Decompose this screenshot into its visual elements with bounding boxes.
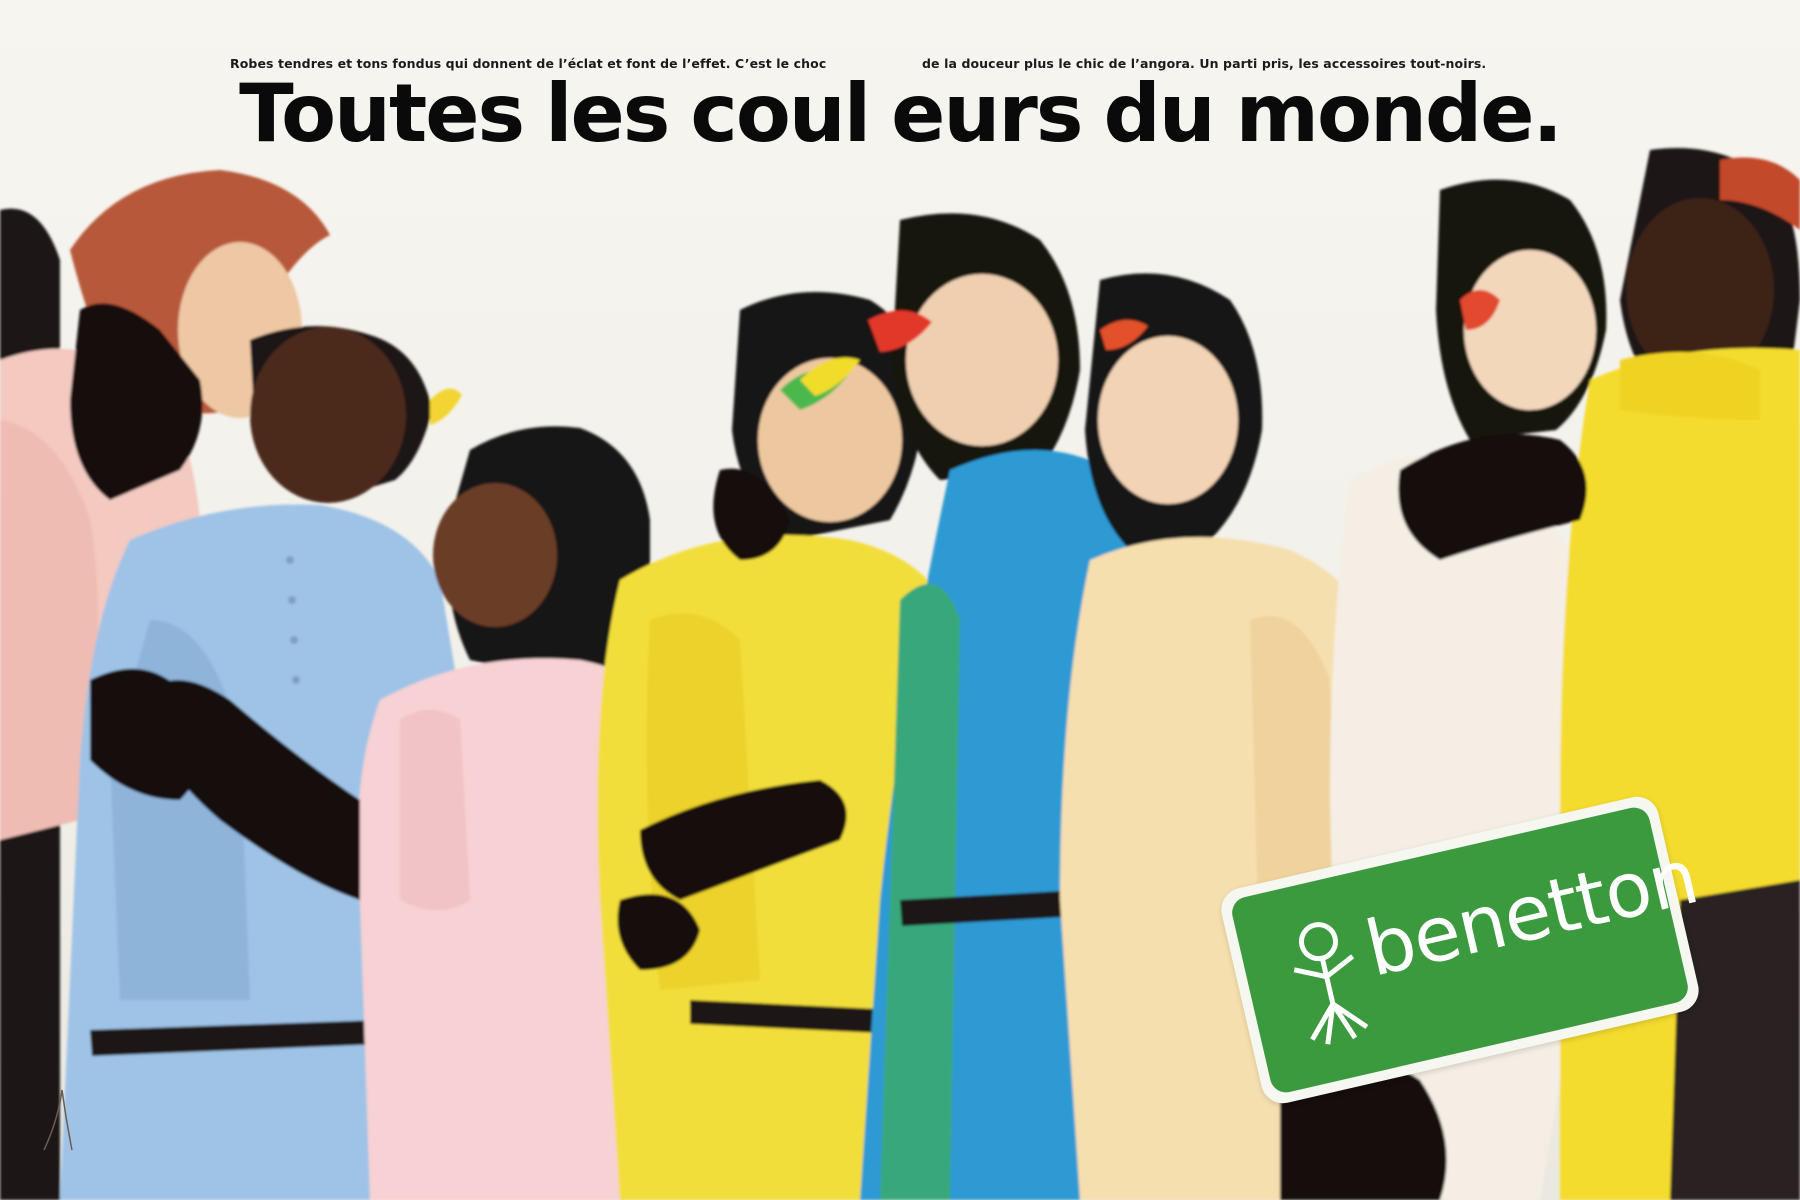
benetton-ad: Robes tendres et tons fondus qui donnent… [0,0,1800,1200]
